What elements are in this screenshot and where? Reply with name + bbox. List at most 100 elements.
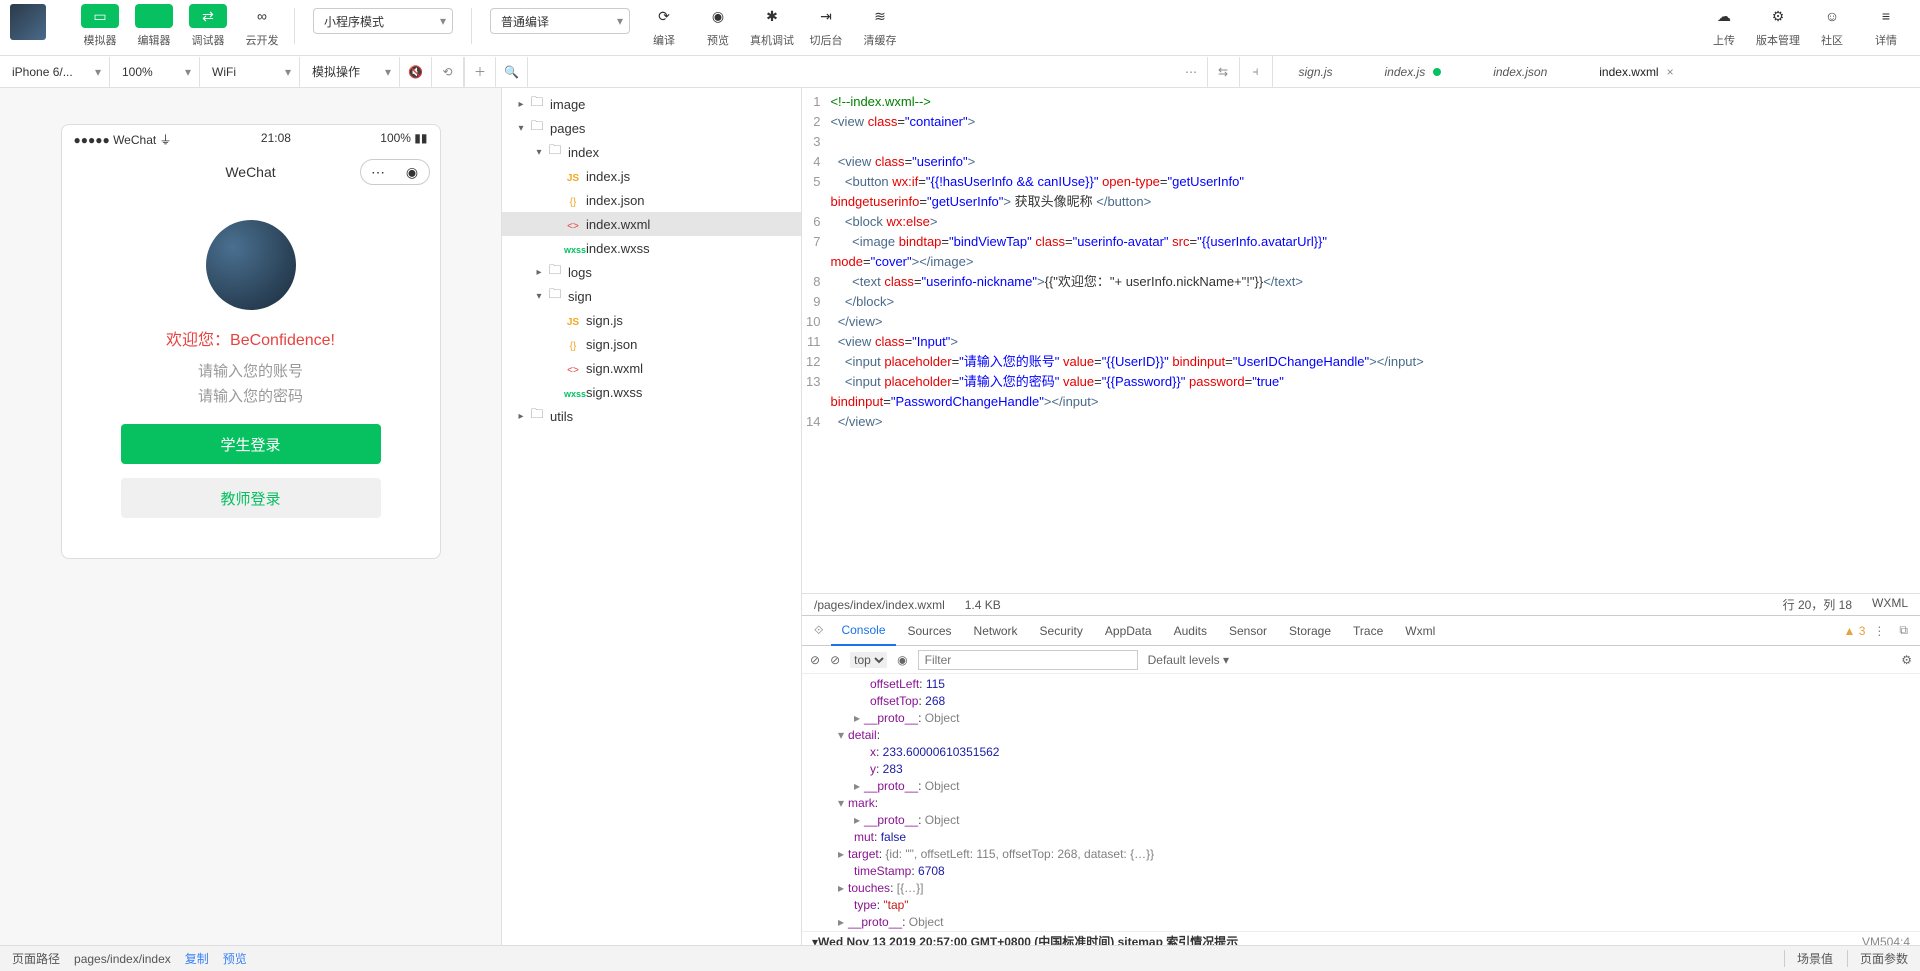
console-row[interactable]: offsetLeft: 115	[802, 676, 1920, 693]
devtools-tab-wxml[interactable]: Wxml	[1395, 616, 1445, 646]
tree-sign.js[interactable]: JSsign.js	[502, 308, 801, 332]
compile-select[interactable]: 普通编译	[490, 8, 630, 34]
student-login-button[interactable]: 学生登录	[121, 424, 381, 464]
console-row[interactable]: y: 283	[802, 761, 1920, 778]
settings-icon[interactable]: ⇆	[1208, 57, 1240, 87]
devtools-tab-trace[interactable]: Trace	[1343, 616, 1393, 646]
devtools-tab-security[interactable]: Security	[1030, 616, 1093, 646]
tree-utils[interactable]: ▸🗀utils	[502, 404, 801, 428]
tree-image[interactable]: ▸🗀image	[502, 92, 801, 116]
teacher-login-button[interactable]: 教师登录	[121, 478, 381, 518]
console-row[interactable]: ▾mark:	[802, 795, 1920, 812]
tree-index.wxml[interactable]: <>index.wxml	[502, 212, 801, 236]
background-button[interactable]: ⇥切后台	[802, 4, 850, 48]
devtools-tab-network[interactable]: Network	[964, 616, 1028, 646]
inspect-icon[interactable]: ⟐	[808, 623, 829, 638]
network-select[interactable]: WiFi	[200, 57, 300, 87]
preview-button[interactable]: ◉预览	[694, 4, 742, 48]
upload-button[interactable]: ☁上传	[1700, 4, 1748, 48]
tree-sign[interactable]: ▾🗀sign	[502, 284, 801, 308]
copy-link[interactable]: 复制	[185, 950, 209, 967]
split-icon[interactable]: ⫞	[1240, 57, 1272, 87]
version-button[interactable]: ⚙版本管理	[1754, 4, 1802, 48]
scene-label[interactable]: 场景值	[1784, 950, 1833, 967]
hint-password[interactable]: 请输入您的密码	[198, 385, 303, 406]
devtools-tab-audits[interactable]: Audits	[1164, 616, 1217, 646]
community-button[interactable]: ☺社区	[1808, 4, 1856, 48]
devtools-tab-console[interactable]: Console	[831, 616, 895, 646]
console-row[interactable]: ▸__proto__: Object	[802, 710, 1920, 727]
tree-sign.wxss[interactable]: wxsssign.wxss	[502, 380, 801, 404]
live-icon[interactable]: ◉	[897, 653, 907, 667]
tab-index.js[interactable]: index.js	[1359, 56, 1468, 88]
level-select[interactable]: Default levels ▾	[1148, 653, 1229, 667]
editor-status-bar: /pages/index/index.wxml 1.4 KB 行 20，列 18…	[802, 593, 1920, 615]
debugger-button[interactable]: ⇄调试器	[184, 4, 232, 48]
console-row[interactable]: ▸__proto__: Object	[802, 778, 1920, 795]
context-select[interactable]: top	[850, 652, 887, 668]
console-row[interactable]: ▸target: {id: "", offsetLeft: 115, offse…	[802, 846, 1920, 863]
warning-badge[interactable]: ▲ 3	[1844, 624, 1866, 638]
preview-link[interactable]: 预览	[223, 950, 247, 967]
code-editor[interactable]: 12345 67 8910111213 14 <!--index.wxml-->…	[802, 88, 1920, 593]
capsule-button[interactable]: ⋯◉	[360, 159, 430, 185]
mock-select[interactable]: 模拟操作	[300, 57, 400, 87]
devtools-tab-sources[interactable]: Sources	[898, 616, 962, 646]
console-row[interactable]: ▸__proto__: Object	[802, 812, 1920, 829]
editor-button[interactable]: 编辑器	[130, 4, 178, 48]
tree-index.wxss[interactable]: wxssindex.wxss	[502, 236, 801, 260]
plus-icon[interactable]: ＋	[464, 57, 496, 87]
zoom-select[interactable]: 100%	[110, 57, 200, 87]
tree-index.json[interactable]: {}index.json	[502, 188, 801, 212]
remote-button[interactable]: ✱真机调试	[748, 4, 796, 48]
console-row[interactable]: x: 233.60000610351562	[802, 744, 1920, 761]
console-row[interactable]: offsetTop: 268	[802, 693, 1920, 710]
user-avatar[interactable]	[206, 220, 296, 310]
clear-cache-button[interactable]: ≋清缓存	[856, 4, 904, 48]
page-path: pages/index/index	[74, 952, 171, 966]
tree-sign.wxml[interactable]: <>sign.wxml	[502, 356, 801, 380]
devtools-panel: ⟐ ConsoleSourcesNetworkSecurityAppDataAu…	[802, 615, 1920, 945]
devtools-tab-storage[interactable]: Storage	[1279, 616, 1341, 646]
console-row[interactable]: ▸__proto__: Object	[802, 914, 1920, 931]
file-lang: WXML	[1872, 596, 1908, 613]
tree-index.js[interactable]: JSindex.js	[502, 164, 801, 188]
tree-sign.json[interactable]: {}sign.json	[502, 332, 801, 356]
tab-index.wxml[interactable]: index.wxml×	[1573, 56, 1699, 88]
console-settings-icon[interactable]: ⚙	[1901, 653, 1912, 667]
simulator-button[interactable]: ▭模拟器	[76, 4, 124, 48]
tree-index[interactable]: ▾🗀index	[502, 140, 801, 164]
devtools-more-icon[interactable]: ⋮	[1867, 624, 1891, 638]
params-label[interactable]: 页面参数	[1847, 950, 1908, 967]
bottom-bar: 页面路径 pages/index/index 复制 预览 场景值 页面参数	[0, 945, 1920, 971]
console-row[interactable]: mut: false	[802, 829, 1920, 846]
project-avatar[interactable]	[10, 4, 46, 40]
console-filter[interactable]	[918, 650, 1138, 670]
tree-logs[interactable]: ▸🗀logs	[502, 260, 801, 284]
devtools-tab-sensor[interactable]: Sensor	[1219, 616, 1277, 646]
console-row[interactable]: ▸touches: [{…}]	[802, 880, 1920, 897]
tab-index.json[interactable]: index.json	[1467, 56, 1573, 88]
mute-icon[interactable]: 🔇	[400, 57, 432, 87]
search-icon[interactable]: 🔍	[496, 57, 528, 87]
mode-select[interactable]: 小程序模式	[313, 8, 453, 34]
compile-button[interactable]: ⟳编译	[640, 4, 688, 48]
status-time: 21:08	[261, 131, 291, 148]
cloud-button[interactable]: ∞云开发	[238, 4, 286, 48]
hint-username[interactable]: 请输入您的账号	[198, 360, 303, 381]
console-row[interactable]: timeStamp: 6708	[802, 863, 1920, 880]
tree-pages[interactable]: ▾🗀pages	[502, 116, 801, 140]
console-row[interactable]: type: "tap"	[802, 897, 1920, 914]
more-icon[interactable]: ⋯	[1176, 57, 1208, 87]
console-row[interactable]: ▾detail:	[802, 727, 1920, 744]
nav-title: WeChat	[225, 164, 275, 180]
stop-icon[interactable]: ⊘	[810, 653, 820, 667]
details-button[interactable]: ≡详情	[1862, 4, 1910, 48]
device-select[interactable]: iPhone 6/...	[0, 57, 110, 87]
clear-icon[interactable]: ⊘	[830, 653, 840, 667]
devtools-tab-appdata[interactable]: AppData	[1095, 616, 1162, 646]
second-bar: iPhone 6/... 100% WiFi 模拟操作 🔇 ⟲ ＋ 🔍 ⋯ ⇆ …	[0, 56, 1920, 88]
devtools-dock-icon[interactable]: ⧉	[1893, 623, 1914, 638]
rotate-icon[interactable]: ⟲	[432, 57, 464, 87]
tab-sign.js[interactable]: sign.js	[1273, 56, 1359, 88]
